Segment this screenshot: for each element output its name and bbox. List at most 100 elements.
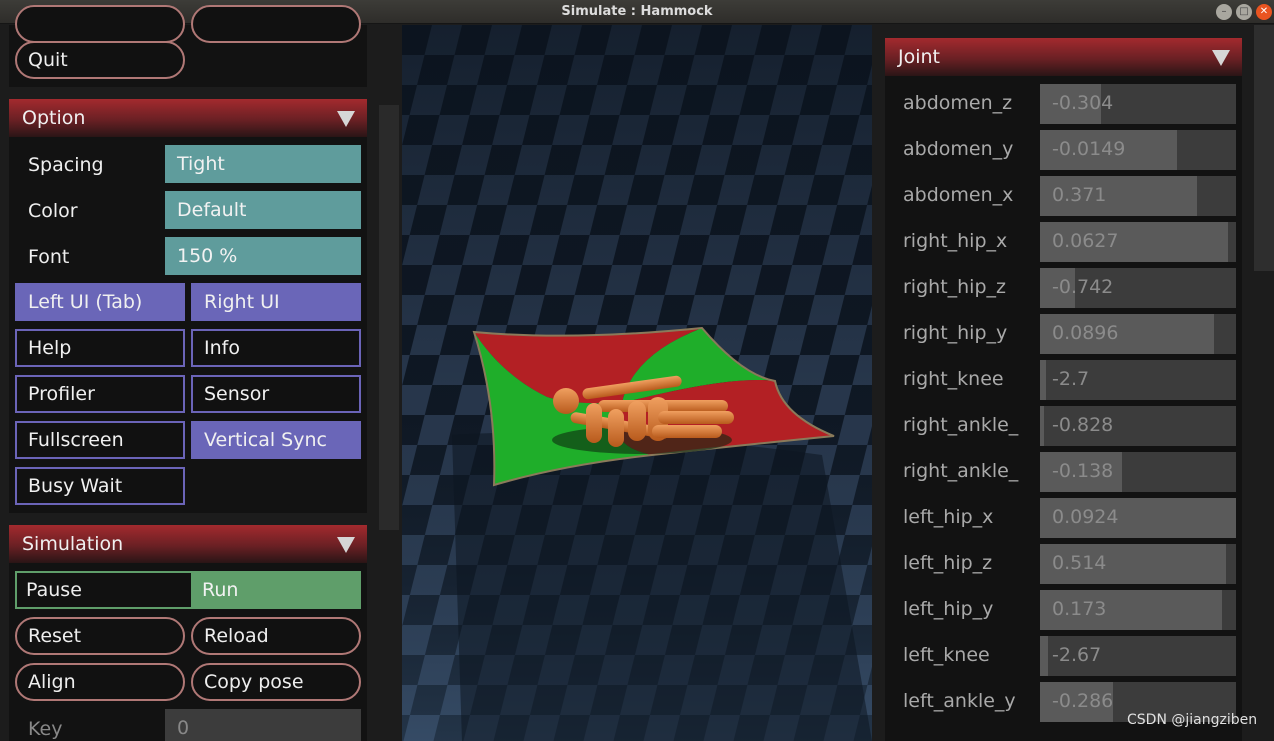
- joint-slider[interactable]: 0.371: [1040, 176, 1236, 216]
- joint-slider[interactable]: -0.0149: [1040, 130, 1236, 170]
- joint-row: left_hip_y 0.173: [885, 590, 1242, 630]
- joint-slider[interactable]: -0.138: [1040, 452, 1236, 492]
- pause-run-toggle[interactable]: Pause Run: [15, 571, 361, 609]
- joint-row: right_hip_z -0.742: [885, 268, 1242, 308]
- joint-value: 0.0924: [1052, 506, 1119, 528]
- left-ui-toggle[interactable]: Left UI (Tab): [15, 283, 185, 321]
- joint-name: right_knee: [903, 368, 1004, 390]
- joint-value: 0.0627: [1052, 230, 1119, 252]
- reset-button[interactable]: Reset: [15, 617, 185, 655]
- joint-name: right_hip_y: [903, 322, 1008, 344]
- maximize-icon[interactable]: □: [1236, 4, 1252, 20]
- joint-row: right_ankle_ -0.138: [885, 452, 1242, 492]
- joint-slider[interactable]: -2.67: [1040, 636, 1236, 676]
- option-title: Option: [22, 107, 86, 129]
- joint-value: -0.828: [1052, 414, 1114, 436]
- joint-slider[interactable]: 0.0924: [1040, 498, 1236, 538]
- joint-row: right_ankle_ -0.828: [885, 406, 1242, 446]
- left-panel-scrollbar[interactable]: [379, 105, 399, 530]
- joint-value: 0.514: [1052, 552, 1107, 574]
- joint-slider-fill: [1040, 360, 1046, 400]
- triangle-down-icon[interactable]: [337, 111, 355, 127]
- joint-row: abdomen_y -0.0149: [885, 130, 1242, 170]
- option-section: Option Spacing Tight Color Default Font …: [9, 99, 367, 513]
- quit-button[interactable]: Quit: [15, 41, 185, 79]
- option-header[interactable]: Option: [9, 99, 367, 137]
- run-option[interactable]: Run: [191, 571, 361, 609]
- joint-name: right_ankle_: [903, 460, 1019, 482]
- spacing-label: Spacing: [28, 154, 104, 176]
- color-select[interactable]: Default: [165, 191, 361, 229]
- joint-value: -0.286: [1052, 690, 1114, 712]
- fullscreen-toggle[interactable]: Fullscreen: [15, 421, 185, 459]
- right-ui-panel: Joint abdomen_z -0.304 abdomen_y -0.0149 abd…: [872, 25, 1274, 741]
- joint-value: -0.0149: [1052, 138, 1126, 160]
- left-ui-panel: Quit Option Spacing Tight Color Default …: [0, 5, 378, 741]
- joint-slider-fill: [1040, 636, 1048, 676]
- sensor-toggle[interactable]: Sensor: [191, 375, 361, 413]
- joint-name: abdomen_z: [903, 92, 1013, 114]
- joint-slider[interactable]: 0.173: [1040, 590, 1236, 630]
- simulation-title: Simulation: [22, 533, 124, 555]
- spacing-select[interactable]: Tight: [165, 145, 361, 183]
- reload-button[interactable]: Reload: [191, 617, 361, 655]
- joint-header[interactable]: Joint: [885, 38, 1242, 76]
- joint-name: left_hip_x: [903, 506, 994, 528]
- joint-name: left_ankle_y: [903, 690, 1016, 712]
- joint-title: Joint: [898, 46, 940, 68]
- minimize-icon[interactable]: –: [1216, 4, 1232, 20]
- joint-name: right_hip_z: [903, 276, 1006, 298]
- joint-name: right_ankle_: [903, 414, 1019, 436]
- simulation-viewport[interactable]: [402, 25, 872, 741]
- vertical-sync-toggle[interactable]: Vertical Sync: [191, 421, 361, 459]
- triangle-down-icon[interactable]: [1212, 50, 1230, 66]
- triangle-down-icon[interactable]: [337, 537, 355, 553]
- joint-value: 0.173: [1052, 598, 1107, 620]
- key-slider[interactable]: 0: [165, 709, 361, 741]
- joint-value: -2.67: [1052, 644, 1102, 666]
- info-toggle[interactable]: Info: [191, 329, 361, 367]
- font-label: Font: [28, 246, 70, 268]
- joint-name: left_knee: [903, 644, 990, 666]
- joint-slider[interactable]: 0.0627: [1040, 222, 1236, 262]
- color-label: Color: [28, 200, 78, 222]
- joint-row: abdomen_z -0.304: [885, 84, 1242, 124]
- joint-section: Joint abdomen_z -0.304 abdomen_y -0.0149 abd…: [885, 38, 1242, 741]
- joint-slider[interactable]: -0.304: [1040, 84, 1236, 124]
- simulation-section: Simulation Pause Run Reset Reload Align …: [9, 525, 367, 741]
- file-section: Quit: [9, 5, 367, 87]
- joint-row: right_hip_y 0.0896: [885, 314, 1242, 354]
- hidden-button-1[interactable]: [15, 5, 185, 43]
- joint-name: abdomen_y: [903, 138, 1014, 160]
- align-button[interactable]: Align: [15, 663, 185, 701]
- joint-name: right_hip_x: [903, 230, 1008, 252]
- copy-pose-button[interactable]: Copy pose: [191, 663, 361, 701]
- close-icon[interactable]: ✕: [1256, 4, 1272, 20]
- right-panel-scrollbar[interactable]: [1254, 25, 1274, 271]
- joint-value: -0.304: [1052, 92, 1114, 114]
- joint-value: 0.371: [1052, 184, 1107, 206]
- joint-slider[interactable]: -0.828: [1040, 406, 1236, 446]
- joint-slider[interactable]: -0.742: [1040, 268, 1236, 308]
- profiler-toggle[interactable]: Profiler: [15, 375, 185, 413]
- joint-row: left_knee -2.67: [885, 636, 1242, 676]
- watermark: CSDN @jiangziben: [1127, 712, 1258, 728]
- pause-option[interactable]: Pause: [26, 579, 82, 601]
- joint-slider[interactable]: 0.514: [1040, 544, 1236, 584]
- joint-slider-fill: [1040, 406, 1044, 446]
- joint-row: left_hip_x 0.0924: [885, 498, 1242, 538]
- busy-wait-toggle[interactable]: Busy Wait: [15, 467, 185, 505]
- hidden-button-2[interactable]: [191, 5, 361, 43]
- joint-name: left_hip_y: [903, 598, 994, 620]
- joint-slider[interactable]: -2.7: [1040, 360, 1236, 400]
- joint-value: -0.138: [1052, 460, 1114, 482]
- joint-name: left_hip_z: [903, 552, 993, 574]
- scene-render: [402, 25, 872, 741]
- simulation-header[interactable]: Simulation: [9, 525, 367, 563]
- joint-row: left_hip_z 0.514: [885, 544, 1242, 584]
- font-select[interactable]: 150 %: [165, 237, 361, 275]
- joint-name: abdomen_x: [903, 184, 1014, 206]
- joint-slider[interactable]: 0.0896: [1040, 314, 1236, 354]
- help-toggle[interactable]: Help: [15, 329, 185, 367]
- right-ui-toggle[interactable]: Right UI: [191, 283, 361, 321]
